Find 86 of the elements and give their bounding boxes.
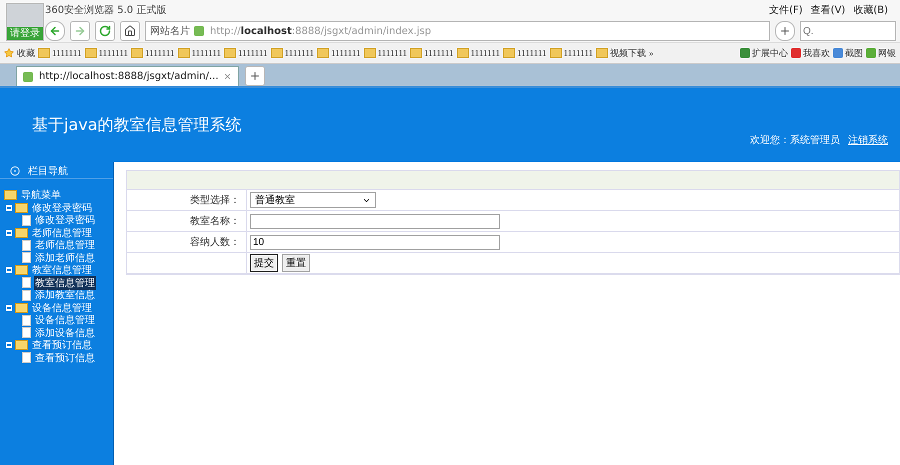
toolbar-item[interactable]: 网银 [866, 46, 896, 60]
star-icon [4, 48, 14, 58]
welcome-text: 欢迎您：系统管理员 [750, 134, 840, 147]
field-label: 类型选择： [190, 194, 240, 207]
add-button[interactable] [775, 21, 795, 41]
tree-root[interactable]: 导航菜单 [20, 188, 62, 202]
bookmark[interactable]: 1111111 [503, 48, 546, 58]
menu-item[interactable]: 查看(V) [810, 3, 846, 17]
logout-link[interactable]: 注销系统 [848, 133, 888, 147]
form-button[interactable]: 提交 [250, 254, 278, 272]
plus-icon [779, 25, 791, 37]
home-icon [124, 25, 136, 37]
document-icon [22, 240, 31, 251]
refresh-icon [99, 25, 111, 37]
document-icon [22, 252, 31, 264]
document-icon [22, 314, 31, 326]
bookmark[interactable]: 1111111 [224, 48, 268, 58]
bookmark[interactable]: 1111111 [178, 48, 221, 58]
tree-group[interactable]: 修改登录密码 [31, 200, 93, 215]
bookmark[interactable]: 视频下载 [596, 46, 646, 60]
toolbar-item[interactable]: 我喜欢 [791, 46, 830, 60]
bookmark[interactable]: 1111111 [84, 48, 128, 58]
tree-item[interactable]: 查看预订信息 [34, 350, 96, 365]
document-icon [22, 290, 31, 301]
tree-group[interactable]: 设备信息管理 [31, 300, 93, 315]
toolbar-item[interactable]: 扩展中心 [740, 46, 788, 60]
tree-item[interactable]: 添加设备信息 [34, 326, 96, 340]
bookmark[interactable]: 1111111 [410, 48, 454, 58]
toolbar-item[interactable]: 截图 [833, 46, 863, 60]
bookmark[interactable]: 1111111 [550, 48, 593, 58]
forward-icon [74, 25, 86, 37]
site-title: 基于java的教室信息管理系统 [32, 114, 242, 136]
refresh-button[interactable] [95, 21, 115, 41]
bookmark[interactable]: 1111111 [270, 48, 314, 58]
menu-item[interactable]: 收藏(B) [853, 3, 888, 17]
tree-group[interactable]: 教室信息管理 [31, 263, 93, 278]
document-icon [22, 214, 31, 226]
folder-icon [4, 190, 17, 200]
type-select[interactable]: 普通教室 [250, 192, 376, 208]
collapse-icon[interactable] [6, 230, 12, 236]
folder-icon [15, 340, 28, 350]
home-button[interactable] [120, 21, 140, 41]
folder-icon [15, 202, 28, 213]
new-tab-button[interactable] [244, 66, 264, 86]
bookmark[interactable]: 1111111 [38, 48, 82, 58]
document-icon [22, 327, 31, 338]
form-button[interactable]: 重置 [282, 254, 310, 272]
search-field[interactable]: Q. [800, 21, 896, 41]
folder-icon [15, 265, 28, 276]
address-bar[interactable]: 网站名片 http://localhost:8888/jsgxt/admin/index.jsp [145, 21, 770, 41]
page-icon [194, 26, 204, 36]
window-title: 360安全浏览器 5.0 正式版 [45, 4, 166, 17]
back-button[interactable] [45, 21, 65, 41]
input-field[interactable] [250, 214, 500, 228]
collapse-icon[interactable] [6, 342, 12, 348]
more-bookmarks[interactable]: » [649, 48, 654, 58]
tree-group[interactable]: 查看预订信息 [31, 338, 93, 352]
tree-item[interactable]: 添加老师信息 [34, 250, 96, 265]
bookmark[interactable]: 1111111 [364, 48, 407, 58]
collapse-icon[interactable] [6, 267, 12, 274]
plus-icon [248, 70, 260, 82]
menu-item[interactable]: 文件(F) [769, 3, 803, 17]
collapse-icon[interactable] [6, 204, 12, 211]
browser-tab[interactable]: http://localhost:8888/jsgxt/admin/... [16, 66, 238, 86]
tree-item[interactable]: 修改登录密码 [34, 213, 96, 228]
sidebar-title: 栏目导航 [28, 164, 68, 178]
tree-item[interactable]: 添加教室信息 [34, 288, 96, 302]
close-icon[interactable] [222, 72, 232, 81]
folder-icon [15, 228, 28, 238]
field-label: 容纳人数： [190, 236, 240, 249]
input-field[interactable]: 10 [250, 234, 500, 250]
document-icon [22, 352, 31, 364]
field-label: 教室名称： [190, 214, 240, 228]
bookmark[interactable]: 1111111 [317, 48, 360, 58]
collapse-icon[interactable] [6, 304, 12, 311]
circle-icon [10, 166, 20, 176]
document-icon [22, 277, 31, 288]
folder-icon [15, 302, 28, 313]
bookmark[interactable]: 1111111 [456, 48, 500, 58]
bookmarks-menu[interactable]: 收藏 [17, 46, 35, 60]
tree-item[interactable]: 教室信息管理 [34, 276, 96, 290]
bookmark[interactable]: 1111111 [131, 48, 174, 58]
tree-group[interactable]: 老师信息管理 [31, 226, 93, 240]
tree-item[interactable]: 设备信息管理 [34, 313, 96, 328]
back-icon [49, 25, 61, 37]
tree-item[interactable]: 老师信息管理 [34, 238, 96, 252]
